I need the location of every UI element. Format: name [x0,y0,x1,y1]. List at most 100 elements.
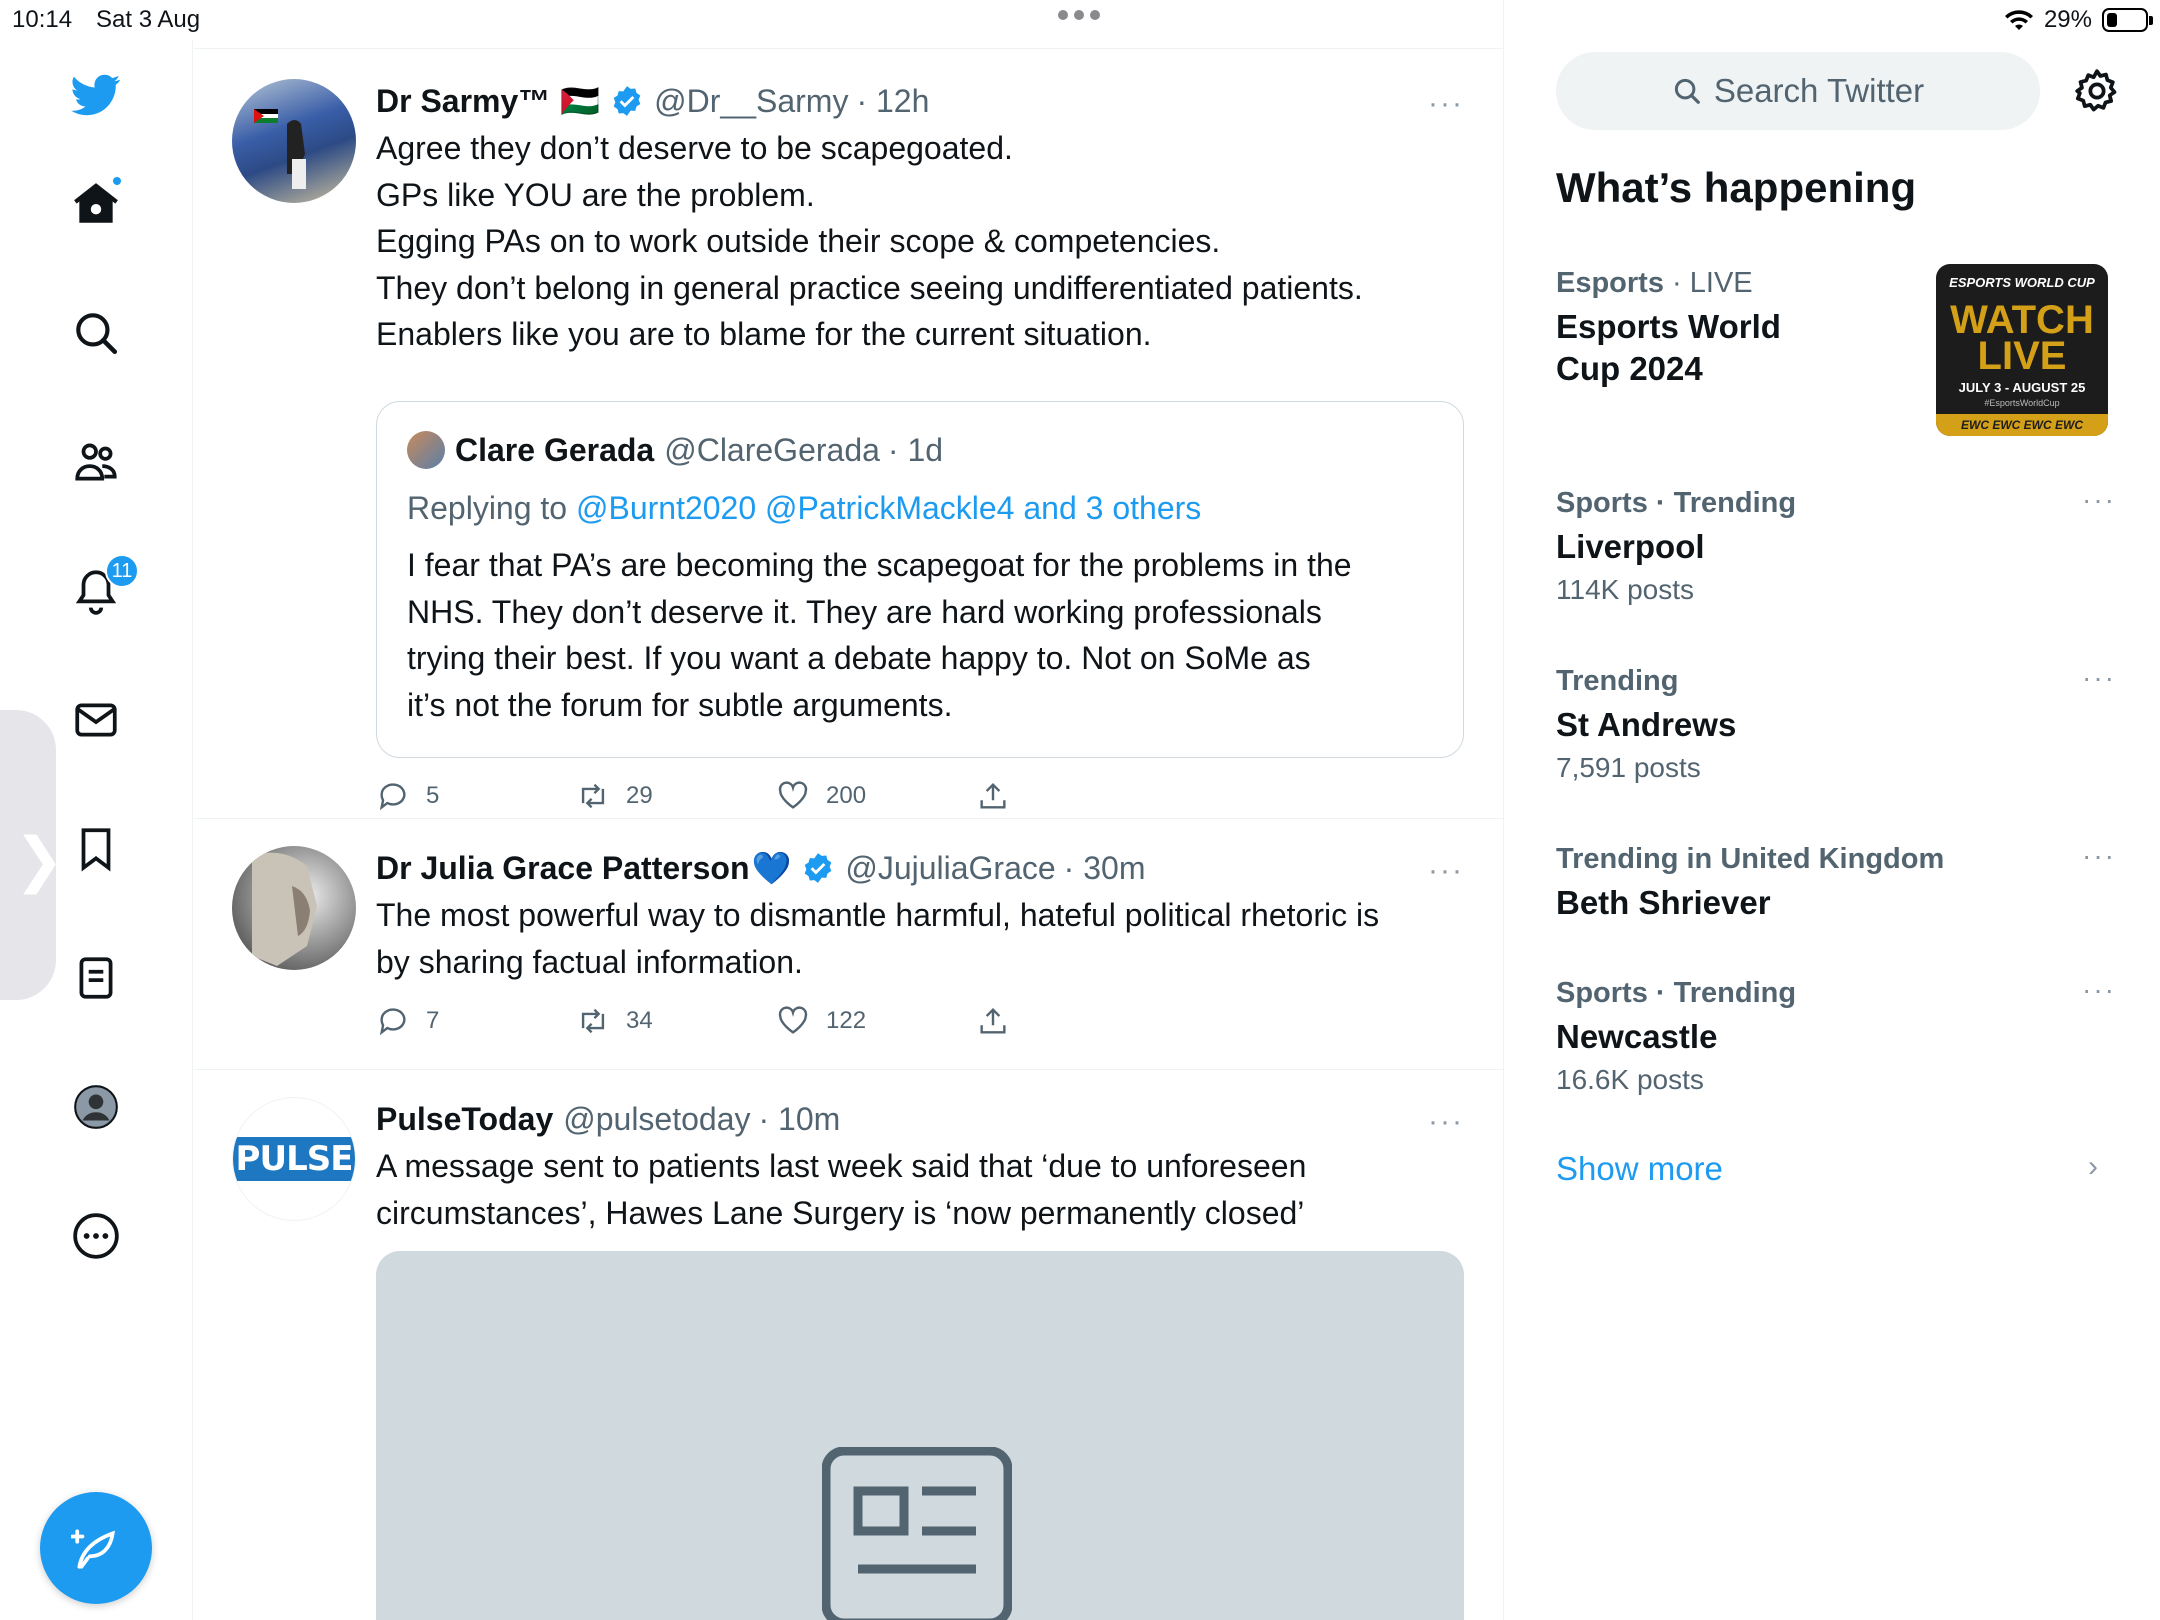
trend-item[interactable]: Sports · Trending Newcastle 16.6K posts … [1556,974,2116,1096]
share-button[interactable] [976,1004,1176,1038]
gear-icon[interactable] [2072,66,2122,116]
home-unread-dot [111,175,123,187]
trend-count: 7,591 posts [1556,752,1701,783]
author-name[interactable]: PulseToday [376,1097,553,1141]
tweet-actions: 7 34 122 [376,1004,1176,1038]
status-date: Sat 3 Aug [96,6,201,33]
trend-item[interactable]: Sports · Trending Liverpool 114K posts ·… [1556,484,2116,606]
esports-top-text: ESPORTS WORLD CUP [1949,275,2095,290]
tweet-line: by sharing factual information. [376,943,803,980]
compose-feather-icon [71,1529,115,1569]
retweet-button[interactable]: 29 [576,779,776,813]
tweet[interactable]: Dr Julia Grace Patterson 💙 @JujuliaGrace… [194,820,1504,1070]
trend-category: Trending in United Kingdom [1556,843,1945,875]
trend-item[interactable]: Trending in United Kingdom Beth Shriever… [1556,840,2116,924]
tweet[interactable]: Dr Sarmy™ 🇵🇸 @Dr__Sarmy · 12h ··· Agree … [194,49,1504,819]
author-handle[interactable]: @Dr__Sarmy [654,79,848,123]
trend-count: 16.6K posts [1556,1064,1704,1095]
quoted-author-handle: @ClareGerada [664,432,880,468]
whats-happening-heading: What’s happening [1556,164,1917,211]
home-icon[interactable] [63,171,129,237]
chevron-right-icon: ❯ [14,825,65,895]
tweet-line: A message sent to patients last week sai… [376,1148,1307,1184]
search-icon[interactable] [63,300,129,366]
tweet-more-button[interactable]: ··· [1428,854,1464,888]
twitter-bird-icon[interactable] [63,62,129,128]
quoted-time: · 1d [887,432,944,468]
esports-dates: JULY 3 - AUGUST 25 [1958,380,2086,395]
quoted-line: it’s not the forum for subtle arguments. [407,686,953,723]
tweet[interactable]: PULSE PulseToday @pulsetoday · 10m ··· A… [194,1071,1504,1620]
author-name[interactable]: Dr Sarmy™ [376,79,550,123]
tweet-line: They don’t belong in general practice se… [376,269,1363,306]
tweet-line: circumstances’, Hawes Lane Surgery is ‘n… [376,1194,1305,1231]
tweet-header: Dr Julia Grace Patterson 💙 @JujuliaGrace… [376,846,1464,890]
avatar[interactable]: PULSE [232,1097,356,1221]
tweet-time[interactable]: · 12h [856,79,929,123]
author-name[interactable]: Dr Julia Grace Patterson [376,846,749,890]
reply-button[interactable]: 7 [376,1004,576,1038]
tweet-text: Agree they don’t deserve to be scapegoat… [376,125,1464,358]
search-placeholder: Search Twitter [1713,72,1925,109]
trend-status: · LIVE [1663,267,1753,299]
notifications-bell-icon[interactable]: 11 [63,554,139,624]
right-sidebar: Search Twitter What’s happening Esports … [1504,0,2160,1620]
reply-icon [379,1008,406,1036]
trend-context: Sports · Trending [1556,484,2116,522]
timeline-feed: Dr Sarmy™ 🇵🇸 @Dr__Sarmy · 12h ··· Agree … [194,0,1504,1620]
search-input[interactable]: Search Twitter [1556,52,2040,130]
author-handle[interactable]: @JujuliaGrace [845,846,1055,890]
share-button[interactable] [976,779,1176,813]
tweet-time[interactable]: · 10m [759,1097,841,1141]
link-card-image[interactable] [376,1251,1464,1620]
trend-more-button[interactable]: ··· [2082,840,2116,872]
bookmark-icon[interactable] [63,816,129,882]
compose-tweet-button[interactable] [40,1492,152,1604]
retweet-count: 29 [626,782,653,809]
trend-item[interactable]: Trending St Andrews 7,591 posts ··· [1556,662,2116,784]
like-button[interactable]: 122 [776,1004,976,1038]
reply-button[interactable]: 5 [376,779,576,813]
tweet-more-button[interactable]: ··· [1428,87,1464,121]
tweet-header: PulseToday @pulsetoday · 10m [376,1097,1464,1141]
trend-more-button[interactable]: ··· [2082,662,2116,694]
communities-icon[interactable] [63,429,129,495]
trend-category: Trending [1556,665,1679,697]
lists-icon[interactable] [63,945,129,1011]
like-button[interactable]: 200 [776,779,976,813]
trend-category: Esports [1556,267,1664,299]
show-more-link[interactable]: Show more [1556,1150,1723,1188]
tweet-text: The most powerful way to dismantle harmf… [376,892,1464,985]
retweet-button[interactable]: 34 [576,1004,776,1038]
trend-more-button[interactable]: ··· [2082,484,2116,516]
slideover-handle[interactable]: ❯ [0,710,64,1000]
reply-count: 5 [426,782,440,809]
quoted-tweet[interactable]: Clare Gerada @ClareGerada · 1d Replying … [376,401,1464,758]
esports-ticker: EWC EWC EWC EWC [1936,414,2108,436]
esports-promo-image[interactable]: ESPORTS WORLD CUP WATCH LIVE JULY 3 - AU… [1936,264,2108,436]
replying-to-links[interactable]: @Burnt2020 @PatrickMackle4 and 3 others [576,490,1201,526]
avatar[interactable] [232,846,356,970]
more-options-icon[interactable] [63,1203,129,1269]
trend-context: Trending [1556,662,2116,700]
avatar[interactable] [232,79,356,203]
status-time: 10:14 [12,6,73,33]
tweet-line: Enablers like you are to blame for the c… [376,316,1152,352]
messages-mail-icon[interactable] [63,687,129,753]
trend-more-button[interactable]: ··· [2082,974,2116,1006]
chevron-right-icon[interactable]: › [2088,1150,2098,1184]
trend-title: Newcastle [1556,1018,1718,1055]
heart-icon [778,1006,808,1034]
tweet-actions: 5 29 200 [376,779,1176,813]
author-handle[interactable]: @pulsetoday [563,1097,750,1141]
trend-title: St Andrews [1556,706,1737,743]
tweet-line: Egging PAs on to work outside their scop… [376,223,1221,259]
tweet-more-button[interactable]: ··· [1428,1105,1464,1139]
tweet-time[interactable]: · 30m [1064,846,1146,890]
live-text: LIVE [1977,334,2067,378]
trend-title: Liverpool [1556,528,1705,565]
profile-avatar-icon[interactable] [63,1074,129,1140]
trend-category: Sports · Trending [1556,487,1797,519]
tweet-text: A message sent to patients last week sai… [376,1143,1464,1236]
like-count: 122 [826,1007,867,1034]
